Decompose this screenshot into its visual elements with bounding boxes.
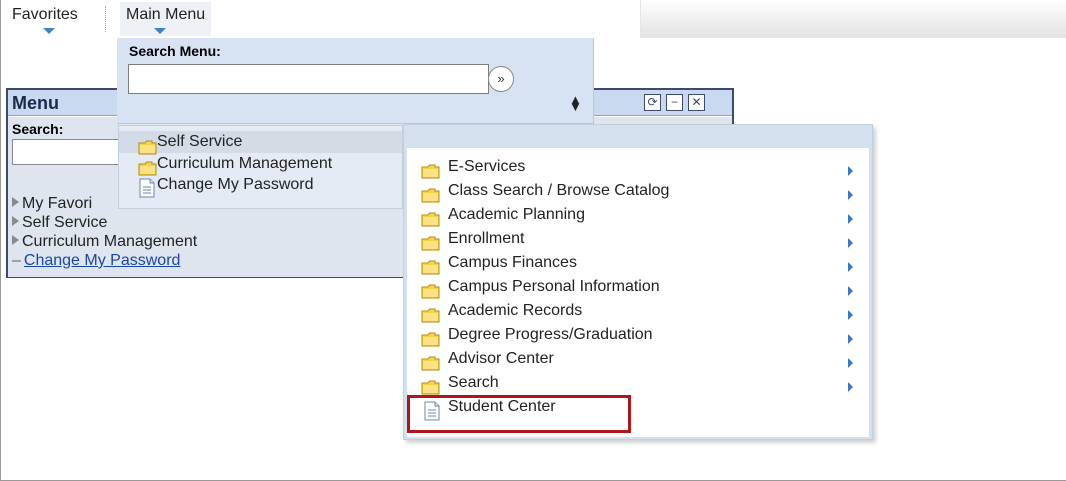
tree-item-change-password[interactable]: – Change My Password (12, 252, 180, 270)
submenu-arrow-icon (848, 358, 853, 368)
folder-icon (421, 380, 440, 395)
submenu-arrow-icon (848, 190, 853, 200)
submenu-item-enrollment[interactable]: Enrollment (448, 230, 524, 248)
document-icon (139, 178, 155, 198)
folder-icon (421, 212, 440, 227)
menu-search-input[interactable] (12, 139, 132, 165)
tree-item-curriculum-management[interactable]: Curriculum Management (12, 233, 197, 251)
flyout-item-curriculum-management[interactable]: Curriculum Management (157, 155, 332, 173)
favorites-menu[interactable]: Favorites (6, 2, 84, 36)
search-menu-input[interactable] (128, 64, 489, 94)
submenu-arrow-icon (848, 166, 853, 176)
student-center-highlight-box (407, 395, 631, 433)
top-navigation-bar: Favorites Main Menu (0, 0, 1066, 38)
folder-icon (421, 164, 440, 179)
change-password-link[interactable]: Change My Password (24, 252, 181, 269)
tree-dash: – (12, 252, 21, 269)
folder-icon (421, 284, 440, 299)
header-gradient (640, 0, 1066, 38)
search-menu-label: Search Menu: (129, 43, 221, 59)
folder-icon (421, 260, 440, 275)
submenu-item-academic-records[interactable]: Academic Records (448, 302, 582, 320)
submenu-item-class-search[interactable]: Class Search / Browse Catalog (448, 182, 669, 200)
folder-icon (421, 332, 440, 347)
submenu-arrow-icon (848, 238, 853, 248)
self-service-submenu: E-Services Class Search / Browse Catalog A… (403, 124, 873, 440)
sort-icon[interactable]: ▲ ▼ (569, 93, 582, 113)
minimize-icon[interactable]: − (666, 94, 683, 111)
main-menu-label: Main Menu (126, 6, 206, 23)
favorites-dropdown-icon (43, 28, 55, 34)
submenu-arrow-icon (848, 382, 853, 392)
submenu-arrow-icon (848, 310, 853, 320)
submenu-item-e-services[interactable]: E-Services (448, 158, 525, 176)
search-go-button[interactable]: » (488, 66, 514, 92)
tree-item-label: My Favori (22, 195, 93, 212)
tree-item-self-service[interactable]: Self Service (12, 214, 107, 232)
search-menu-dropdown: Search Menu: » ▲ ▼ (117, 38, 594, 124)
main-menu[interactable]: Main Menu (120, 2, 212, 36)
submenu-arrow-icon (848, 214, 853, 224)
main-menu-flyout: Self Service Curriculum Management Chang… (118, 125, 403, 209)
folder-icon (138, 161, 157, 176)
flyout-item-change-password[interactable]: Change My Password (157, 176, 314, 194)
expand-icon (12, 235, 19, 245)
submenu-item-search[interactable]: Search (448, 374, 499, 392)
folder-icon (138, 140, 157, 155)
tree-item-label: Self Service (22, 214, 108, 231)
tree-item-label: Curriculum Management (22, 233, 198, 250)
submenu-item-academic-planning[interactable]: Academic Planning (448, 206, 585, 224)
folder-icon (421, 188, 440, 203)
submenu-item-campus-personal-information[interactable]: Campus Personal Information (448, 278, 660, 296)
close-icon[interactable]: ✕ (688, 94, 705, 111)
tree-item-my-favorites[interactable]: My Favori (12, 195, 92, 213)
submenu-item-degree-progress[interactable]: Degree Progress/Graduation (448, 326, 653, 344)
folder-icon (421, 236, 440, 251)
refresh-icon[interactable]: ⟳ (644, 94, 661, 111)
flyout-item-self-service[interactable]: Self Service (157, 133, 242, 151)
folder-icon (421, 356, 440, 371)
menu-search-label: Search: (12, 121, 64, 137)
main-menu-dropdown-icon (154, 28, 166, 34)
submenu-item-campus-finances[interactable]: Campus Finances (448, 254, 577, 272)
submenu-arrow-icon (848, 262, 853, 272)
expand-icon (12, 216, 19, 226)
favorites-label: Favorites (12, 6, 78, 23)
expand-icon (12, 197, 19, 207)
nav-separator (105, 6, 106, 32)
folder-icon (421, 308, 440, 323)
submenu-arrow-icon (848, 286, 853, 296)
submenu-item-advisor-center[interactable]: Advisor Center (448, 350, 554, 368)
menu-pagelet-title: Menu (12, 93, 59, 113)
submenu-arrow-icon (848, 334, 853, 344)
